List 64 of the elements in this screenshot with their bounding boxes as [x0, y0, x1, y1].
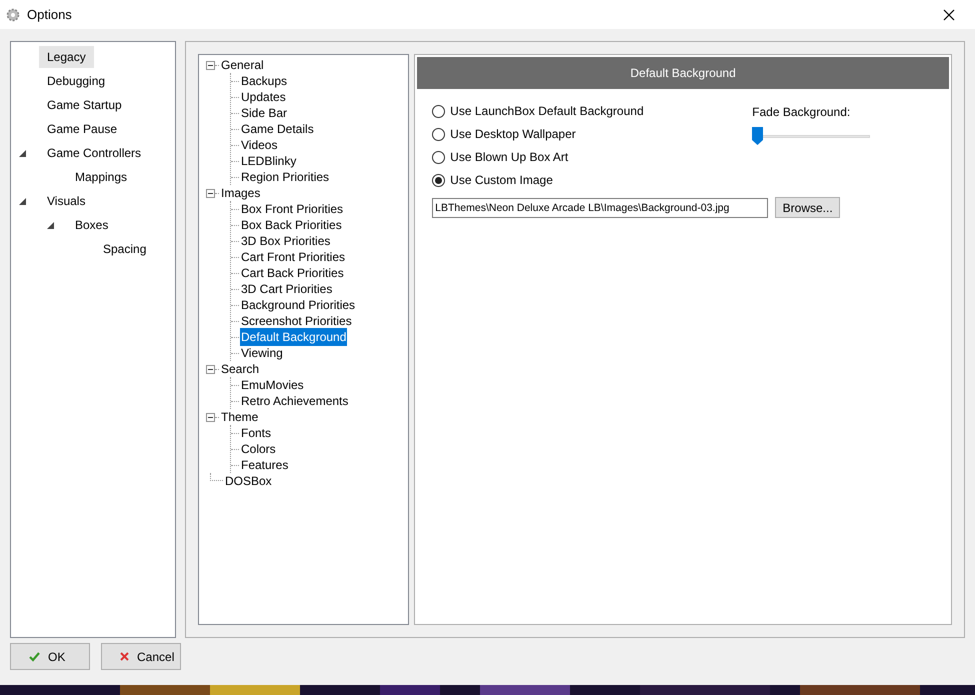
tree-item[interactable]: Box Back Priorities	[240, 216, 343, 234]
tree-item[interactable]: Game Details	[240, 120, 315, 138]
browse-button[interactable]: Browse...	[775, 197, 840, 218]
tree-item[interactable]: Backups	[240, 72, 288, 90]
expanded-arrow-icon[interactable]	[47, 222, 54, 228]
nav-item[interactable]: Game Pause	[39, 118, 126, 140]
tree-item[interactable]: Default Background	[240, 328, 348, 346]
nav-item[interactable]: Visuals	[39, 190, 94, 212]
radio-label[interactable]: Use Blown Up Box Art	[450, 148, 568, 166]
nav-item[interactable]: Debugging	[39, 70, 114, 92]
collapse-icon[interactable]	[206, 364, 215, 374]
nav-item[interactable]: Game Controllers	[39, 142, 150, 164]
fade-label: Fade Background:	[752, 104, 852, 121]
tree-item[interactable]: Fonts	[240, 424, 272, 442]
slider-thumb[interactable]	[752, 127, 764, 145]
tree-item[interactable]: 3D Box Priorities	[240, 232, 332, 250]
radio-label[interactable]: Use Custom Image	[450, 171, 553, 189]
cancel-button[interactable]: Cancel	[101, 643, 181, 670]
collapse-icon[interactable]	[206, 412, 215, 422]
tree-item[interactable]: Background Priorities	[240, 296, 356, 314]
radio-button[interactable]	[432, 128, 446, 140]
radio-button[interactable]	[432, 174, 446, 186]
x-icon	[120, 652, 129, 661]
tree-item[interactable]: Videos	[240, 136, 278, 154]
tree-item[interactable]: Cart Back Priorities	[240, 264, 345, 282]
tree-item[interactable]: DOSBox	[224, 472, 273, 490]
close-icon[interactable]	[943, 8, 955, 20]
tree-item[interactable]: 3D Cart Priorities	[240, 280, 334, 298]
tree-item[interactable]: Box Front Priorities	[240, 200, 344, 218]
tree-item[interactable]: Viewing	[240, 344, 284, 362]
tree-item[interactable]: Retro Achievements	[240, 392, 350, 410]
tree-item[interactable]: Cart Front Priorities	[240, 248, 346, 266]
tree-item[interactable]: LEDBlinky	[240, 152, 298, 170]
expanded-arrow-icon[interactable]	[19, 198, 26, 204]
tree-item[interactable]: Screenshot Priorities	[240, 312, 353, 330]
nav-item[interactable]: Spacing	[95, 238, 154, 260]
tree-item[interactable]: Theme	[220, 408, 260, 426]
tree-item[interactable]: Updates	[240, 88, 287, 106]
tree-item[interactable]: Search	[220, 360, 260, 378]
expanded-arrow-icon[interactable]	[19, 150, 26, 156]
tree-item[interactable]: General	[220, 56, 265, 74]
window-title: Options	[27, 6, 72, 24]
fade-slider[interactable]	[752, 127, 870, 145]
tree-item[interactable]: EmuMovies	[240, 376, 305, 394]
radio-button[interactable]	[432, 104, 446, 118]
nav-item[interactable]: Game Startup	[39, 94, 130, 116]
collapse-icon[interactable]	[206, 60, 215, 70]
nav-item[interactable]: Boxes	[67, 214, 116, 236]
tree-item[interactable]: Colors	[240, 440, 277, 458]
nav-item[interactable]: Mappings	[67, 166, 136, 188]
tree-item[interactable]: Side Bar	[240, 104, 288, 122]
radio-label[interactable]: Use LaunchBox Default Background	[450, 102, 644, 120]
tree-item[interactable]: Features	[240, 456, 290, 474]
ok-button[interactable]: OK	[10, 643, 90, 670]
collapse-icon[interactable]	[206, 188, 215, 198]
tree-item[interactable]: Region Priorities	[240, 168, 330, 186]
radio-button[interactable]	[432, 150, 446, 164]
gear-icon	[6, 8, 20, 22]
nav-item[interactable]: Legacy	[39, 46, 94, 68]
path-field[interactable]: LBThemes\Neon Deluxe Arcade LB\Images\Background-03.jpg	[432, 198, 768, 218]
tree-item[interactable]: Images	[220, 184, 262, 202]
radio-label[interactable]: Use Desktop Wallpaper	[450, 125, 576, 143]
check-icon	[29, 652, 40, 662]
panel-header: Default Background	[417, 57, 949, 89]
